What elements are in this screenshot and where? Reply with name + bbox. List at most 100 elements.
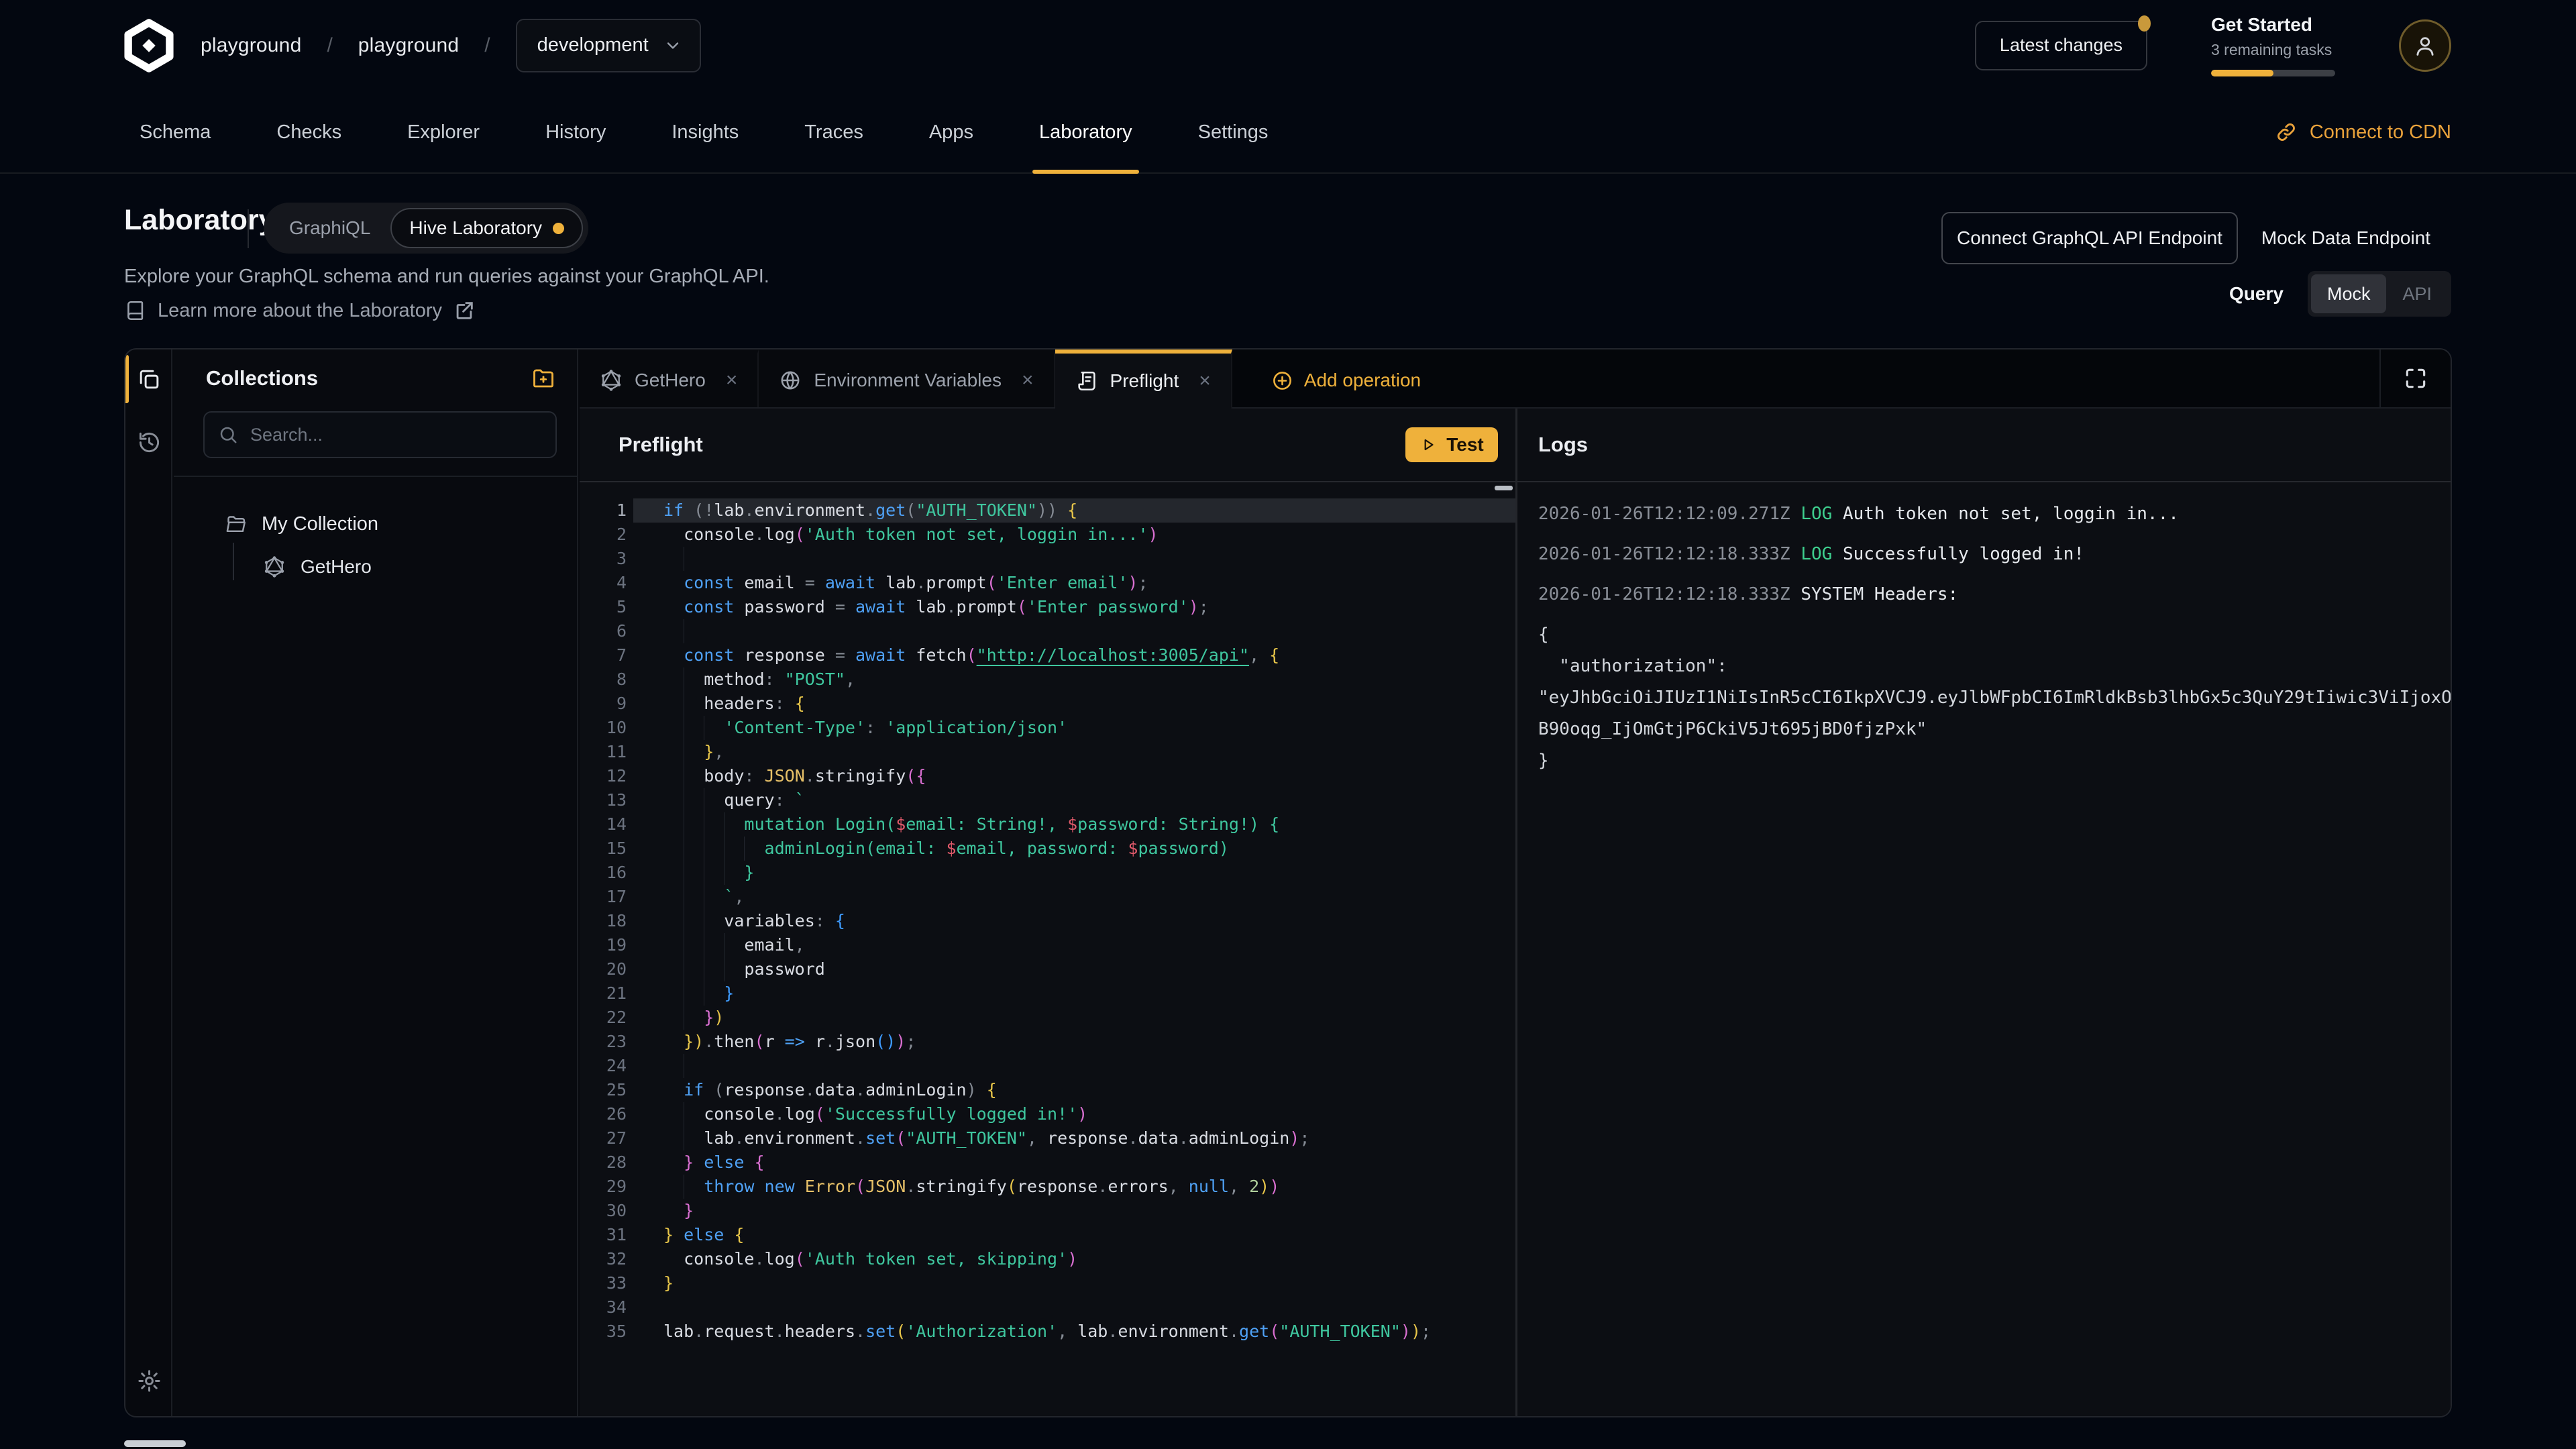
logs-pane-header: Logs [1517,409,2451,482]
mode-option-hive-laboratory[interactable]: Hive Laboratory [390,208,583,248]
person-icon [2412,33,2438,58]
log-entry: 2026-01-26T12:12:09.271Z LOG Auth token … [1538,498,2451,530]
code-line: lab.environment.set("AUTH_TOKEN", respon… [663,1126,1515,1150]
code-line: console.log('Auth token not set, loggin … [663,523,1515,547]
collection-item[interactable]: My Collection [174,502,577,545]
rail-history-button[interactable] [125,418,172,466]
breadcrumb-org[interactable]: playground [201,34,301,57]
log-level: LOG [1801,504,1832,524]
latest-changes-button[interactable]: Latest changes [1975,21,2147,70]
query-mode-api[interactable]: API [2386,274,2448,313]
operation-tabs: GetHero× Environment Variables× Prefligh… [580,350,2451,409]
graphql-icon [600,369,623,392]
nav-tab-apps[interactable]: Apps [929,91,973,174]
line-number: 8 [580,667,663,692]
tab-gethero[interactable]: GetHero× [580,350,759,407]
notification-dot [2138,15,2151,32]
line-number: 29 [580,1175,663,1199]
history-icon [137,430,162,455]
line-number: 14 [580,812,663,837]
nav-tab-history[interactable]: History [545,91,606,174]
connect-to-cdn-link[interactable]: Connect to CDN [2275,91,2451,174]
line-number: 7 [580,643,663,667]
log-json-line: "eyJhbGciOiJIUzI1NiIsInR5cCI6IkpXVCJ9.ey… [1538,682,2451,714]
mode-option-graphiql[interactable]: GraphiQL [269,217,390,239]
hive-logo-icon[interactable] [123,19,175,72]
nav-tab-checks[interactable]: Checks [276,91,341,174]
title-divider [248,209,249,248]
operation-label: GetHero [301,556,372,578]
fullscreen-icon [2403,366,2428,391]
close-icon[interactable]: × [1199,371,1211,391]
collections-icon [137,367,162,392]
play-icon [1419,436,1437,453]
code-line: } [663,1271,1515,1295]
code-line: lab.request.headers.set('Authorization',… [663,1320,1515,1344]
page-hscrollbar-thumb[interactable] [124,1440,186,1447]
close-icon[interactable]: × [726,370,738,390]
line-number: 4 [580,571,663,595]
code-line: mutation Login($email: String!, $passwor… [663,812,1515,837]
folder-plus-icon[interactable] [531,366,555,390]
tabstrip-spacer [1445,350,2379,407]
collection-children: GetHero [174,545,577,588]
line-number: 27 [580,1126,663,1150]
rail-settings-button[interactable] [125,1357,172,1404]
breadcrumb-separator: / [327,34,332,57]
page-description: Explore your GraphQL schema and run quer… [124,266,769,288]
environment-dropdown[interactable]: development [516,19,701,72]
nav-tab-laboratory[interactable]: Laboratory [1039,91,1132,174]
log-level: LOG [1801,544,1832,564]
preflight-editor-pane: Preflight Test 1234567891011121314151617… [580,409,1515,1416]
operation-item-gethero[interactable]: GetHero [174,545,577,588]
code-line: headers: { [663,692,1515,716]
user-avatar[interactable] [2399,19,2451,72]
collection-label: My Collection [262,513,378,535]
collections-header: Collections [174,350,577,407]
log-entry: 2026-01-26T12:12:18.333Z SYSTEM Headers: [1538,579,2451,610]
nav-tab-explorer[interactable]: Explorer [407,91,480,174]
code-line: const response = await fetch("http://loc… [663,643,1515,667]
book-icon [124,299,147,322]
code-line: adminLogin(email: $email, password: $pas… [663,837,1515,861]
top-bar: playground / playground / development La… [0,0,2576,91]
get-started-widget[interactable]: Get Started 3 remaining tasks [2211,14,2335,76]
fullscreen-button[interactable] [2379,350,2451,407]
breadcrumb-project[interactable]: playground [358,34,459,57]
query-mode-mock[interactable]: Mock [2311,274,2387,313]
page-header: Laboratory GraphiQL Hive Laboratory Expl… [124,201,2451,348]
rail-collections-button[interactable] [125,350,172,409]
code-line: } else { [663,1223,1515,1247]
code-line: } [663,1199,1515,1223]
line-number: 2 [580,523,663,547]
line-number: 26 [580,1102,663,1126]
nav-tab-traces[interactable]: Traces [804,91,863,174]
nav-tab-insights[interactable]: Insights [672,91,739,174]
nav-tab-schema[interactable]: Schema [140,91,211,174]
page-title: Laboratory [124,204,275,237]
code-line: 'Content-Type': 'application/json' [663,716,1515,740]
close-icon[interactable]: × [1022,370,1034,390]
tab-preflight[interactable]: Preflight× [1055,350,1232,409]
collections-tree: My Collection GetHero [174,477,577,588]
connect-graphql-api-endpoint-button[interactable]: Connect GraphQL API Endpoint [1941,212,2238,264]
search-input[interactable] [250,425,542,445]
add-operation-button[interactable]: Add operation [1247,350,1445,407]
graphql-icon [263,555,286,578]
mock-data-endpoint-button[interactable]: Mock Data Endpoint [2255,212,2436,264]
nav-tab-settings[interactable]: Settings [1198,91,1269,174]
log-timestamp: 2026-01-26T12:12:18.333Z [1538,584,1790,604]
code-line: }, [663,740,1515,764]
learn-more-link[interactable]: Learn more about the Laboratory [124,299,476,322]
log-message: Successfully logged in! [1843,544,2084,564]
learn-more-label: Learn more about the Laboratory [158,300,442,322]
breadcrumb: playground / playground / development [123,0,701,91]
code-editor[interactable]: 1234567891011121314151617181920212223242… [580,482,1515,1416]
test-button[interactable]: Test [1405,427,1498,462]
code-line: const password = await lab.prompt('Enter… [663,595,1515,619]
editor-scrollbar-thumb[interactable] [1495,486,1513,490]
tab-environment-variables[interactable]: Environment Variables× [759,350,1055,407]
line-number: 6 [580,619,663,643]
collections-title: Collections [206,366,318,390]
script-icon [1075,370,1098,392]
